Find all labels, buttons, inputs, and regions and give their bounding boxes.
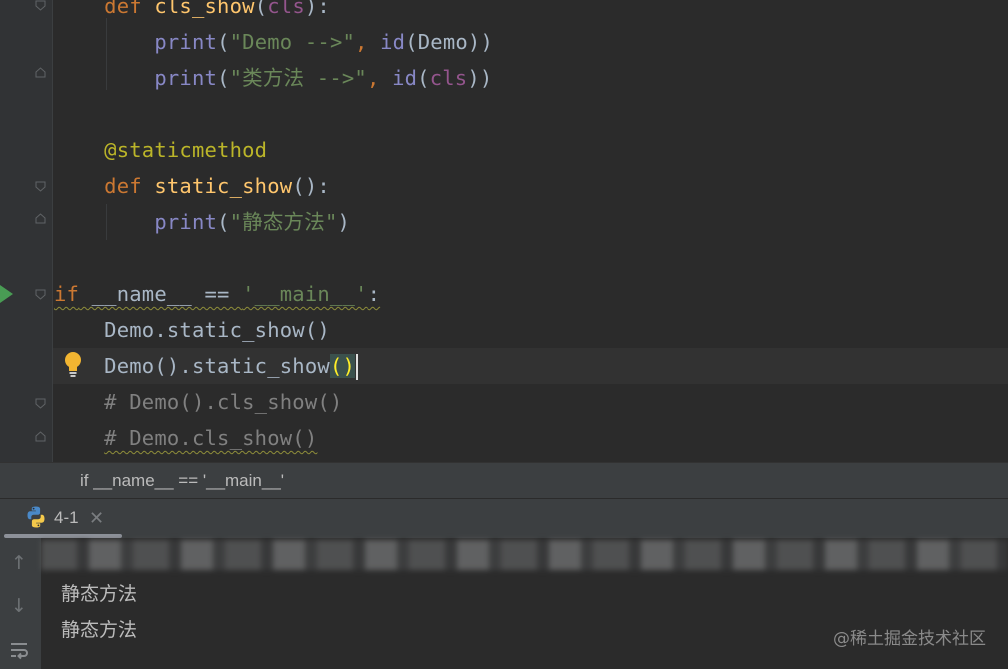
tab-label: 4-1 [54, 508, 79, 527]
code-line[interactable]: # Demo().cls_show() [54, 384, 342, 420]
fold-marker-icon[interactable] [35, 67, 46, 78]
breadcrumb[interactable]: if __name__ == '__main__' [0, 462, 1008, 498]
fold-marker-icon[interactable] [35, 213, 46, 224]
fold-marker-icon[interactable] [35, 398, 46, 409]
tab-run-4-1[interactable]: 4-1 ✕ [14, 499, 122, 539]
run-tool-window-header: 4-1 ✕ [0, 498, 1008, 538]
soft-wrap-icon[interactable] [8, 639, 30, 661]
console-toolbar: ↑ ↓ [0, 538, 41, 669]
blurred-command-line [41, 540, 1008, 570]
warning-underline: if __name__ == '__main__': [54, 282, 381, 306]
code-line[interactable]: def static_show(): [54, 168, 330, 204]
breadcrumb-item[interactable]: if __name__ == '__main__' [80, 471, 284, 490]
code-line-current[interactable]: Demo().static_show() [54, 348, 359, 384]
console-output-line: 静态方法 [61, 619, 138, 641]
text-caret [356, 354, 359, 380]
fold-marker-icon[interactable] [35, 289, 46, 300]
arrow-down-icon[interactable]: ↓ [8, 595, 30, 617]
code-editor[interactable]: def cls_show(cls): print("Demo -->", id(… [0, 0, 1008, 462]
code-line[interactable]: @staticmethod [54, 132, 267, 168]
gutter-separator [52, 0, 53, 462]
console-output-line: 静态方法 [61, 583, 138, 605]
code-line[interactable]: print("类方法 -->", id(cls)) [54, 60, 492, 96]
fold-marker-icon[interactable] [35, 181, 46, 192]
fold-marker-icon[interactable] [35, 0, 46, 11]
arrow-up-icon[interactable]: ↑ [8, 552, 30, 574]
code-line[interactable]: print("Demo -->", id(Demo)) [54, 24, 493, 60]
watermark: @稀土掘金技术社区 [833, 629, 986, 649]
close-icon[interactable]: ✕ [89, 499, 104, 537]
code-line[interactable]: print("静态方法") [54, 204, 350, 240]
python-icon [27, 506, 45, 528]
code-line[interactable]: if __name__ == '__main__': [54, 276, 380, 312]
code-line[interactable]: # Demo.cls_show() [54, 420, 317, 456]
code-line[interactable]: def cls_show(cls): [54, 0, 330, 24]
run-gutter-icon[interactable] [0, 285, 13, 303]
matched-parens: () [329, 354, 356, 378]
fold-marker-icon[interactable] [35, 431, 46, 442]
code-line[interactable]: Demo.static_show() [54, 312, 330, 348]
console-output[interactable]: 静态方法 静态方法 [41, 538, 1008, 669]
